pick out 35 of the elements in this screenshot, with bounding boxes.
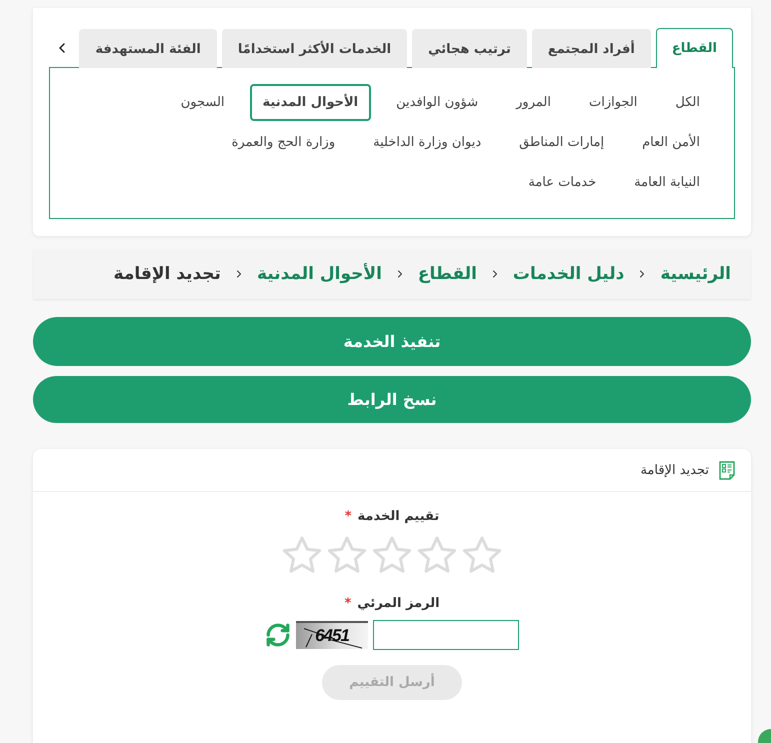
category-tab[interactable]: الخدمات الأكثر استخدامًا: [222, 29, 408, 68]
star-icon[interactable]: [282, 536, 322, 574]
category-tab[interactable]: القطاع: [656, 28, 733, 68]
sector-item[interactable]: إمارات المناطق: [506, 124, 618, 161]
star-icon[interactable]: [462, 536, 502, 574]
card-title: تجديد الإقامة: [640, 462, 709, 478]
category-tab[interactable]: ترتيب هجائي: [412, 29, 527, 68]
sector-item[interactable]: الأحوال المدنية: [250, 84, 372, 121]
breadcrumb-link[interactable]: الرئيسية: [660, 264, 731, 284]
breadcrumb-current: تجديد الإقامة: [114, 264, 221, 284]
captcha-image: 6451: [296, 621, 368, 649]
breadcrumb-link[interactable]: دليل الخدمات: [512, 264, 624, 284]
sector-item[interactable]: النيابة العامة: [621, 164, 713, 201]
sector-item[interactable]: ديوان وزارة الداخلية: [360, 124, 494, 161]
sector-item[interactable]: المرور: [503, 84, 564, 121]
breadcrumb-link[interactable]: القطاع: [418, 264, 477, 284]
captcha-label: الرمز المرئي *: [344, 596, 440, 611]
sector-item[interactable]: الأمن العام: [629, 124, 713, 161]
breadcrumb-link[interactable]: الأحوال المدنية: [256, 264, 382, 284]
rating-label: تقييم الخدمة *: [344, 509, 440, 524]
refresh-icon[interactable]: [265, 622, 291, 648]
category-tab[interactable]: الفئة المستهدفة: [79, 29, 217, 68]
sector-item[interactable]: وزارة الحج والعمرة: [218, 124, 348, 161]
sector-item[interactable]: الجوازات: [576, 84, 650, 121]
sector-item[interactable]: شؤون الوافدين: [383, 84, 492, 121]
captcha-input[interactable]: [373, 620, 519, 650]
sector-item[interactable]: الكل: [662, 84, 713, 121]
sector-item[interactable]: خدمات عامة: [515, 164, 610, 201]
floating-button[interactable]: [758, 729, 771, 743]
form-icon: [719, 460, 735, 480]
star-icon[interactable]: [327, 536, 367, 574]
star-icon[interactable]: [372, 536, 412, 574]
star-icon[interactable]: [417, 536, 457, 574]
sector-item[interactable]: السجون: [168, 84, 238, 121]
category-tab[interactable]: أفراد المجتمع: [532, 29, 651, 68]
